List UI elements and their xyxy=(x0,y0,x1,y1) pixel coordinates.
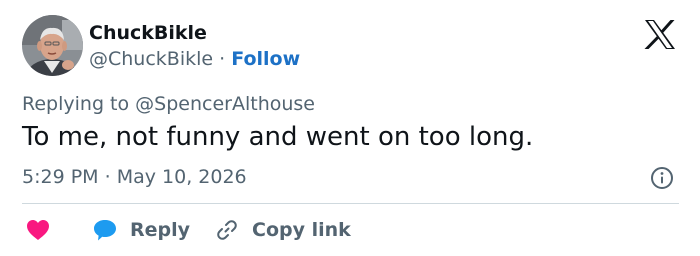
heart-icon xyxy=(27,220,49,240)
author-handle[interactable]: @ChuckBikle xyxy=(89,48,213,70)
replying-to: Replying to @SpencerAlthouse xyxy=(22,93,315,115)
follow-button[interactable]: Follow xyxy=(231,48,300,70)
replying-prefix: Replying to xyxy=(22,93,130,115)
avatar-image xyxy=(22,15,83,76)
x-logo-icon[interactable] xyxy=(644,20,676,49)
avatar[interactable] xyxy=(22,15,83,76)
tweet-time: 5:29 PM xyxy=(22,166,99,188)
divider xyxy=(22,203,679,204)
link-icon xyxy=(217,220,237,240)
copy-link-label: Copy link xyxy=(252,219,351,241)
author-display-name[interactable]: ChuckBikle xyxy=(89,22,207,44)
info-icon[interactable] xyxy=(650,166,674,190)
speech-bubble-icon xyxy=(94,220,116,241)
tweet-timestamp[interactable]: 5:29 PM · May 10, 2026 xyxy=(22,166,247,188)
tweet-text: To me, not funny and went on too long. xyxy=(22,122,534,152)
reply-button[interactable]: Reply xyxy=(92,216,190,244)
timestamp-separator: · xyxy=(104,166,111,188)
copy-link-button[interactable]: Copy link xyxy=(215,216,351,244)
like-button[interactable] xyxy=(26,216,50,244)
reply-label: Reply xyxy=(130,219,191,241)
author-handle-line: @ChuckBikle · Follow xyxy=(89,48,300,70)
tweet-date: May 10, 2026 xyxy=(116,166,247,188)
replying-target[interactable]: @SpencerAlthouse xyxy=(135,93,315,115)
handle-separator: · xyxy=(219,48,226,70)
